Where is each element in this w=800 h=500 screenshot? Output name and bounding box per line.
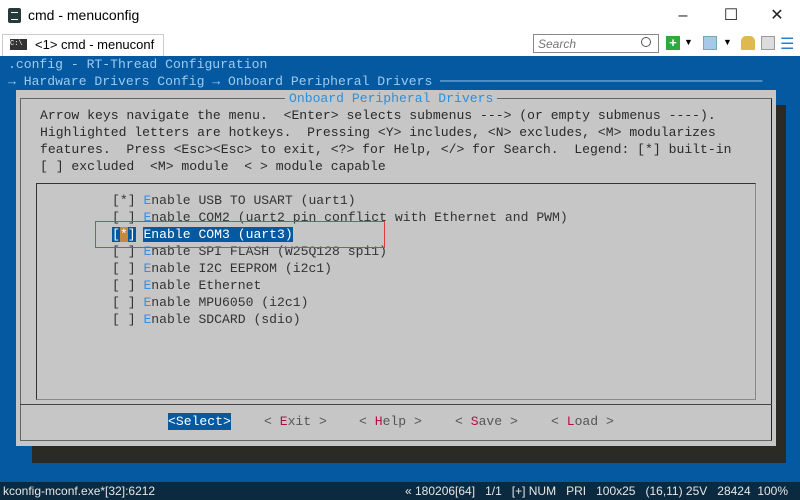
button-text: elp > xyxy=(382,414,422,429)
button-text: oad > xyxy=(574,414,614,429)
lock-icon[interactable] xyxy=(741,36,755,50)
hotkey: L xyxy=(566,414,575,429)
button-text: < xyxy=(551,414,567,429)
dropdown-icon[interactable]: ▼ xyxy=(723,37,732,47)
menu-item-label: Enable USB TO USART (uart1) xyxy=(143,193,355,208)
checkbox[interactable]: [ ] xyxy=(112,312,136,327)
menu-item-label: Enable I2C EEPROM (i2c1) xyxy=(143,261,332,276)
status-info: « 180206[64] 1/1 [+] NUM PRI 100x25 (16,… xyxy=(405,484,789,498)
menu-item[interactable]: [ ] Enable I2C EEPROM (i2c1) xyxy=(112,260,332,277)
dialog-title: Onboard Peripheral Drivers xyxy=(285,90,498,107)
menu-item-label: Enable MPU6050 (i2c1) xyxy=(143,295,308,310)
search-icon[interactable] xyxy=(641,37,651,47)
label-text: nable USB TO USART (uart1) xyxy=(151,193,356,208)
checkbox[interactable]: [*] xyxy=(112,193,136,208)
process-name: kconfig-mconf.exe*[32]:6212 xyxy=(3,484,156,498)
menu-item[interactable]: [ ] Enable SDCARD (sdio) xyxy=(112,311,301,328)
save-button[interactable]: < Save > xyxy=(455,413,518,430)
label-text: nable MPU6050 (i2c1) xyxy=(151,295,309,310)
split-icon[interactable] xyxy=(761,36,775,50)
load-button[interactable]: < Load > xyxy=(551,413,614,430)
add-console-icon[interactable]: + xyxy=(666,36,680,50)
label-text: nable I2C EEPROM (i2c1) xyxy=(151,261,333,276)
hotkey: H xyxy=(374,414,383,429)
checkbox[interactable]: [ ] xyxy=(112,278,136,293)
app-icon xyxy=(8,8,21,23)
search-input[interactable]: Search xyxy=(533,34,659,53)
help-line: Highlighted letters are hotkeys. Pressin… xyxy=(40,125,716,140)
breadcrumb: → Hardware Drivers Config → Onboard Peri… xyxy=(8,74,763,89)
config-title: .config - RT-Thread Configuration xyxy=(8,57,268,72)
help-line: features. Press <Esc><Esc> to exit, <?> … xyxy=(40,142,732,157)
console-icon: C:\ xyxy=(10,39,27,50)
minimize-button[interactable]: – xyxy=(660,4,706,28)
menu-icon[interactable]: ☰ xyxy=(780,34,794,54)
button-text: < xyxy=(264,414,280,429)
dropdown-icon[interactable]: ▼ xyxy=(684,37,693,47)
checkbox[interactable]: [ ] xyxy=(112,295,136,310)
menu-item-label: Enable SDCARD (sdio) xyxy=(143,312,300,327)
label-text: nable SDCARD (sdio) xyxy=(151,312,301,327)
maximize-button[interactable]: ☐ xyxy=(708,4,754,28)
help-button[interactable]: < Help > xyxy=(359,413,422,430)
menu-item[interactable]: [*] Enable USB TO USART (uart1) xyxy=(112,192,356,209)
help-line: Arrow keys navigate the menu. <Enter> se… xyxy=(40,108,716,123)
button-text: ave > xyxy=(478,414,518,429)
help-line: [ ] excluded <M> module < > module capab… xyxy=(40,159,386,174)
close-button[interactable]: ✕ xyxy=(754,4,800,28)
button-text: < xyxy=(359,414,375,429)
divider xyxy=(20,404,772,405)
button-text: < xyxy=(455,414,471,429)
view-icon[interactable] xyxy=(703,36,717,50)
exit-button[interactable]: < Exit > xyxy=(264,413,327,430)
menu-item-label: Enable Ethernet xyxy=(143,278,261,293)
checkbox[interactable]: [ ] xyxy=(112,261,136,276)
menu-item[interactable]: [ ] Enable MPU6050 (i2c1) xyxy=(112,294,308,311)
menu-item[interactable]: [ ] Enable Ethernet xyxy=(112,277,261,294)
hotkey: E xyxy=(279,414,288,429)
window-title: cmd - menuconfig xyxy=(28,7,140,23)
highlight-annotation xyxy=(95,221,385,248)
label-text: nable Ethernet xyxy=(151,278,262,293)
button-text: xit > xyxy=(287,414,327,429)
select-button[interactable]: <Select> xyxy=(168,413,231,430)
hotkey: S xyxy=(470,414,479,429)
status-bar: kconfig-mconf.exe*[32]:6212 « 180206[64]… xyxy=(0,482,800,500)
